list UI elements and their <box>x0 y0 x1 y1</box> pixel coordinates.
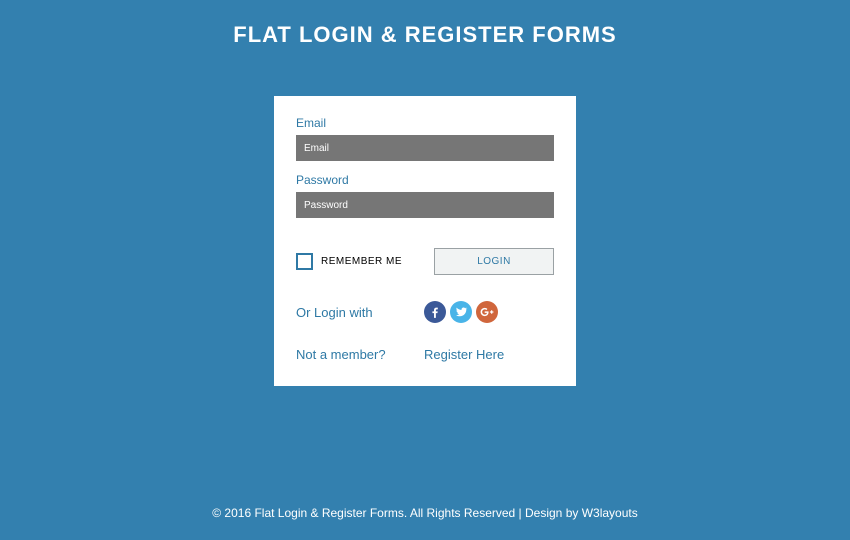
w3layouts-link[interactable]: W3layouts <box>582 506 638 520</box>
register-row: Not a member? Register Here <box>296 347 554 362</box>
remember-label: REMEMBER ME <box>321 256 434 267</box>
googleplus-icon[interactable] <box>476 301 498 323</box>
footer: © 2016 Flat Login & Register Forms. All … <box>0 506 850 520</box>
social-icons <box>424 301 498 323</box>
password-input[interactable] <box>296 192 554 218</box>
footer-copy: © 2016 Flat Login & Register Forms. All … <box>212 506 581 520</box>
twitter-icon[interactable] <box>450 301 472 323</box>
social-login-label: Or Login with <box>296 305 424 320</box>
login-form-card: Email Password REMEMBER ME LOGIN Or Logi… <box>274 96 576 386</box>
email-input[interactable] <box>296 135 554 161</box>
page-title: FLAT LOGIN & REGISTER FORMS <box>233 22 616 48</box>
facebook-icon[interactable] <box>424 301 446 323</box>
login-button[interactable]: LOGIN <box>434 248 554 275</box>
email-label: Email <box>296 116 554 130</box>
register-here-link[interactable]: Register Here <box>424 347 504 362</box>
remember-row: REMEMBER ME LOGIN <box>296 248 554 275</box>
social-row: Or Login with <box>296 301 554 323</box>
not-a-member-label: Not a member? <box>296 347 424 362</box>
password-label: Password <box>296 173 554 187</box>
remember-checkbox[interactable] <box>296 253 313 270</box>
